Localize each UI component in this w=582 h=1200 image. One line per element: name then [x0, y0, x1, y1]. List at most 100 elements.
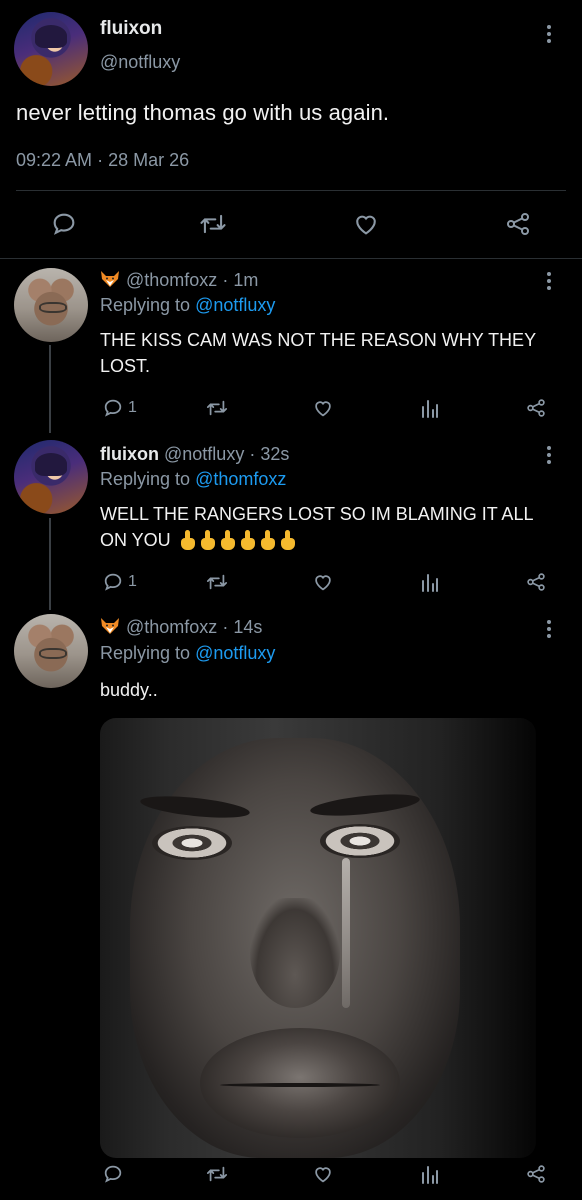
- share-button[interactable]: [524, 390, 548, 426]
- fox-emoji-icon: [101, 618, 119, 634]
- reply-time: 14s: [233, 617, 263, 637]
- analytics-icon: [422, 574, 438, 592]
- tweet-time: 09:22 AM: [16, 150, 93, 170]
- nose-shape: [250, 898, 340, 1008]
- reply-action-bar: [0, 1156, 582, 1192]
- like-icon: [315, 575, 331, 591]
- fox-emoji-icon: [101, 271, 119, 287]
- replying-prefix: Replying to: [100, 469, 191, 489]
- meta-separator: ·: [222, 270, 229, 290]
- analytics-button[interactable]: [420, 564, 440, 600]
- handle[interactable]: @thomfoxz: [126, 270, 217, 290]
- retweet-button[interactable]: [205, 564, 229, 600]
- share-button[interactable]: [503, 206, 533, 242]
- like-icon: [315, 1167, 331, 1183]
- face-graphic: [130, 738, 460, 1158]
- retweet-button[interactable]: [205, 1156, 229, 1192]
- reply-button[interactable]: [50, 206, 78, 242]
- handle[interactable]: @notfluxy: [100, 52, 180, 73]
- brow-shape: [309, 790, 421, 820]
- share-button[interactable]: [524, 1156, 548, 1192]
- analytics-button[interactable]: [420, 1156, 440, 1192]
- tweet-text: never letting thomas go with us again.: [16, 100, 390, 125]
- reply-count: 1: [128, 573, 137, 590]
- mention-link[interactable]: @thomfoxz: [195, 469, 286, 489]
- like-icon: [356, 215, 376, 235]
- reply-icon: [53, 213, 75, 235]
- crying-face-photo[interactable]: [100, 718, 536, 1158]
- more-options-icon[interactable]: [545, 620, 553, 641]
- avatar[interactable]: [14, 268, 88, 342]
- tweet-date: 28 Mar 26: [108, 150, 190, 170]
- brow-shape: [139, 792, 251, 822]
- reply-text-block: WELL THE RANGERS LOST SO IM BLAMING IT A…: [100, 501, 560, 557]
- like-button[interactable]: [312, 564, 334, 600]
- main-tweet: fluixon @notfluxy never letting thomas g…: [0, 0, 582, 260]
- reply-time: 1m: [233, 270, 259, 290]
- share-button[interactable]: [524, 564, 548, 600]
- eye-shape: [152, 826, 232, 860]
- mention-link[interactable]: @notfluxy: [195, 295, 275, 315]
- reply-header: @thomfoxz · 14s: [100, 617, 262, 638]
- reply-icon: [104, 1165, 122, 1183]
- main-action-bar: [0, 206, 582, 242]
- middle-finger-emoji-icon: [180, 530, 300, 557]
- divider: [16, 190, 566, 191]
- share-icon: [506, 212, 530, 236]
- mention-link[interactable]: @notfluxy: [195, 643, 275, 663]
- reply-icon: [104, 573, 122, 591]
- like-button[interactable]: [312, 1156, 334, 1192]
- reply-action-bar: 1: [0, 564, 582, 600]
- reply-header: @thomfoxz · 1m: [100, 270, 258, 291]
- eye-shape: [320, 824, 400, 858]
- analytics-icon: [422, 400, 438, 418]
- retweet-icon: [206, 1166, 228, 1182]
- tweet-timestamp: 09:22 AM · 28 Mar 26: [16, 150, 189, 171]
- avatar[interactable]: [14, 440, 88, 514]
- more-options-icon[interactable]: [545, 25, 553, 46]
- more-options-icon[interactable]: [545, 272, 553, 293]
- retweet-icon: [200, 214, 226, 234]
- meta-separator: ·: [222, 617, 229, 637]
- meta-separator: ·: [249, 444, 256, 464]
- reply-time: 32s: [260, 444, 290, 464]
- handle[interactable]: @notfluxy: [164, 444, 244, 464]
- meta-separator: ·: [97, 150, 104, 170]
- more-options-icon[interactable]: [545, 446, 553, 467]
- tear-shape: [342, 858, 350, 1008]
- handle[interactable]: @thomfoxz: [126, 617, 217, 637]
- reply-text: buddy..: [100, 680, 158, 700]
- avatar[interactable]: [14, 12, 88, 86]
- reply-button[interactable]: [102, 1156, 124, 1192]
- replying-to: Replying to @thomfoxz: [100, 469, 286, 490]
- like-button[interactable]: [312, 390, 334, 426]
- tweet-thread-page: fluixon @notfluxy never letting thomas g…: [0, 0, 582, 1200]
- lip-line: [220, 1083, 380, 1087]
- retweet-icon: [206, 400, 228, 416]
- replying-prefix: Replying to: [100, 643, 191, 663]
- reply-button[interactable]: 1: [102, 390, 137, 426]
- retweet-button[interactable]: [205, 390, 229, 426]
- divider: [0, 258, 582, 259]
- reply-action-bar: 1: [0, 390, 582, 426]
- share-icon: [527, 1165, 545, 1183]
- like-icon: [315, 401, 331, 417]
- reply-button[interactable]: 1: [102, 564, 137, 600]
- retweet-button[interactable]: [198, 206, 228, 242]
- replying-to: Replying to @notfluxy: [100, 643, 275, 664]
- replying-to: Replying to @notfluxy: [100, 295, 275, 316]
- reply-header: fluixon @notfluxy · 32s: [100, 444, 289, 465]
- reply-text: WELL THE RANGERS LOST SO IM BLAMING IT A…: [100, 504, 533, 550]
- share-icon: [527, 573, 545, 591]
- like-button[interactable]: [352, 206, 380, 242]
- reply-icon: [104, 399, 122, 417]
- analytics-button[interactable]: [420, 390, 440, 426]
- retweet-icon: [206, 574, 228, 590]
- analytics-icon: [422, 1166, 438, 1184]
- avatar[interactable]: [14, 614, 88, 688]
- display-name[interactable]: fluixon: [100, 444, 159, 464]
- reply-count: 1: [128, 399, 137, 416]
- share-icon: [527, 399, 545, 417]
- reply-text: THE KISS CAM WAS NOT THE REASON WHY THEY…: [100, 330, 536, 376]
- display-name[interactable]: fluixon: [100, 18, 162, 40]
